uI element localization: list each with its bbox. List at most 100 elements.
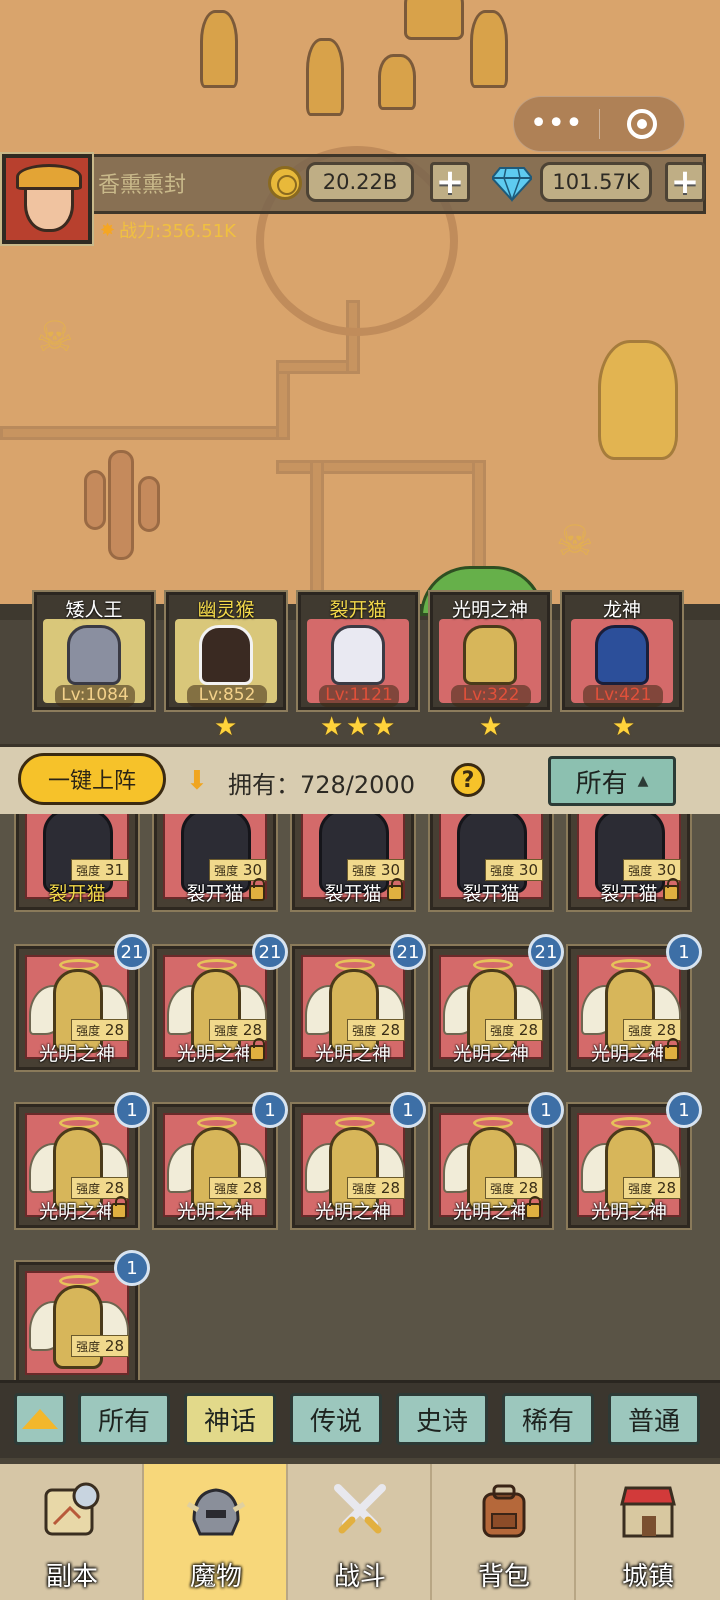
map-road: [310, 460, 324, 610]
map-rock: [470, 10, 508, 88]
rarity-filter-legendary[interactable]: 传说: [290, 1393, 382, 1445]
monster-card[interactable]: 强度 30 裂开猫: [566, 814, 692, 912]
dwarf-king-sprite: [67, 625, 121, 685]
lock-icon[interactable]: [249, 878, 265, 901]
map-fox-statue: [598, 340, 678, 460]
player-avatar[interactable]: [0, 152, 94, 246]
team-slot-2[interactable]: 幽灵猴 Lv:852: [164, 590, 288, 712]
nav-backpack[interactable]: 背包: [432, 1464, 576, 1600]
mini-program-capsule: •••: [513, 96, 685, 152]
combat-power: ✸ 战力:356.51K: [100, 217, 236, 243]
gold-coin-icon: [268, 166, 302, 200]
team-slot-level: Lv:852: [187, 685, 267, 707]
skull-icon: ☠: [556, 516, 594, 565]
add-gems-button[interactable]: +: [665, 162, 705, 202]
more-options-icon[interactable]: •••: [514, 109, 599, 139]
monster-card[interactable]: 强度 30 裂开猫: [428, 814, 554, 912]
map-rock: [200, 10, 238, 88]
owned-count: 拥有：728/2000: [228, 771, 415, 799]
map-icon: [44, 1482, 100, 1536]
auto-deploy-button[interactable]: 一键上阵: [18, 753, 166, 805]
nav-label: 魔物: [189, 1562, 242, 1592]
team-slot-level: Lv:1121: [319, 685, 399, 707]
monster-card[interactable]: 强度 30 裂开猫: [290, 814, 416, 912]
lock-icon[interactable]: [249, 1038, 265, 1061]
count-badge: 1: [666, 934, 702, 970]
count-badge: 21: [114, 934, 150, 970]
lock-icon[interactable]: [663, 878, 679, 901]
team-slot-level: Lv:421: [583, 685, 663, 707]
strength-tag: 强度 28: [347, 1019, 405, 1041]
monster-helmet-icon: [186, 1488, 246, 1536]
strength-tag: 强度 31: [71, 859, 129, 881]
monster-name: 光明之神: [176, 1201, 253, 1223]
rarity-filter-common[interactable]: 普通: [608, 1393, 700, 1445]
map-rock: [306, 38, 344, 116]
count-badge: 1: [114, 1092, 150, 1128]
rarity-filter-rare[interactable]: 稀有: [502, 1393, 594, 1445]
monster-card[interactable]: 强度 31 裂开猫: [14, 814, 140, 912]
team-slot-1[interactable]: 矮人王 Lv:1084: [32, 590, 156, 712]
crossed-swords-icon: [334, 1484, 386, 1534]
team-slot-5[interactable]: 龙神 Lv:421: [560, 590, 684, 712]
player-name: 香熏熏封: [98, 173, 187, 198]
gem-amount: 101.57K: [540, 162, 652, 202]
nav-town[interactable]: 城镇: [576, 1464, 720, 1600]
strength-tag: 强度 30: [485, 859, 543, 881]
star-icon: ★: [214, 712, 238, 742]
rarity-filter-epic[interactable]: 史诗: [396, 1393, 488, 1445]
team-slot-name: 光明之神: [451, 599, 528, 621]
dragon-god-sprite: [595, 625, 649, 685]
team-slot-name: 矮人王: [65, 599, 123, 621]
shop-icon: [620, 1486, 676, 1538]
backpack-icon: [482, 1484, 526, 1538]
lock-icon[interactable]: [525, 1196, 541, 1219]
caret-up-icon: ▲: [637, 773, 649, 789]
skull-icon: ☠: [36, 312, 74, 361]
team-slot-name: 幽灵猴: [197, 599, 255, 621]
collapse-up-icon[interactable]: [14, 1393, 66, 1445]
rarity-filter-all[interactable]: 所有: [78, 1393, 170, 1445]
star-icon: ★: [320, 712, 344, 742]
map-cactus: [138, 476, 160, 532]
lock-icon[interactable]: [111, 1196, 127, 1219]
help-icon[interactable]: ?: [451, 763, 485, 797]
sort-down-icon[interactable]: ⬇: [186, 766, 208, 796]
count-badge: 1: [666, 1092, 702, 1128]
team-slot-4[interactable]: 光明之神 Lv:322: [428, 590, 552, 712]
count-badge: 21: [390, 934, 426, 970]
team-slot-3[interactable]: 裂开猫 Lv:1121: [296, 590, 420, 712]
map-road: [276, 460, 486, 474]
category-filter-dropdown[interactable]: 所有 ▲: [548, 756, 676, 806]
nav-monsters[interactable]: 魔物: [144, 1464, 288, 1600]
lock-icon[interactable]: [387, 878, 403, 901]
map-rock: [378, 54, 416, 110]
ghost-monkey-sprite: [199, 625, 253, 685]
add-gold-button[interactable]: +: [430, 162, 470, 202]
combat-power-value: 战力:356.51K: [119, 221, 236, 242]
nav-label: 战斗: [333, 1562, 386, 1592]
team-slot-level: Lv:322: [451, 685, 531, 707]
map-cactus: [108, 450, 134, 560]
rarity-filter-mythic[interactable]: 神话: [184, 1393, 276, 1445]
close-miniprogram-icon[interactable]: [600, 109, 685, 139]
team-slot-level: Lv:1084: [55, 685, 135, 707]
monster-card[interactable]: 强度 30 裂开猫: [152, 814, 278, 912]
power-icon: ✸: [100, 219, 116, 241]
star-icon: ★: [372, 712, 396, 742]
team-slot-name: 裂开猫: [329, 599, 387, 621]
nav-dungeon[interactable]: 副本: [0, 1464, 144, 1600]
lock-icon[interactable]: [663, 1038, 679, 1061]
world-map: ☠ ☠ •••: [0, 0, 720, 610]
strength-tag: 强度 28: [347, 1177, 405, 1199]
monster-name: 光明之神: [314, 1201, 391, 1223]
category-filter-label: 所有: [575, 768, 628, 799]
map-road: [0, 426, 290, 440]
monster-name: 裂开猫: [48, 883, 106, 905]
count-badge: 21: [252, 934, 288, 970]
monster-name: 光明之神: [452, 1043, 529, 1065]
count-badge: 1: [252, 1092, 288, 1128]
strength-tag: 强度 28: [623, 1177, 681, 1199]
monster-name: 光明之神: [590, 1201, 667, 1223]
nav-battle[interactable]: 战斗: [288, 1464, 432, 1600]
